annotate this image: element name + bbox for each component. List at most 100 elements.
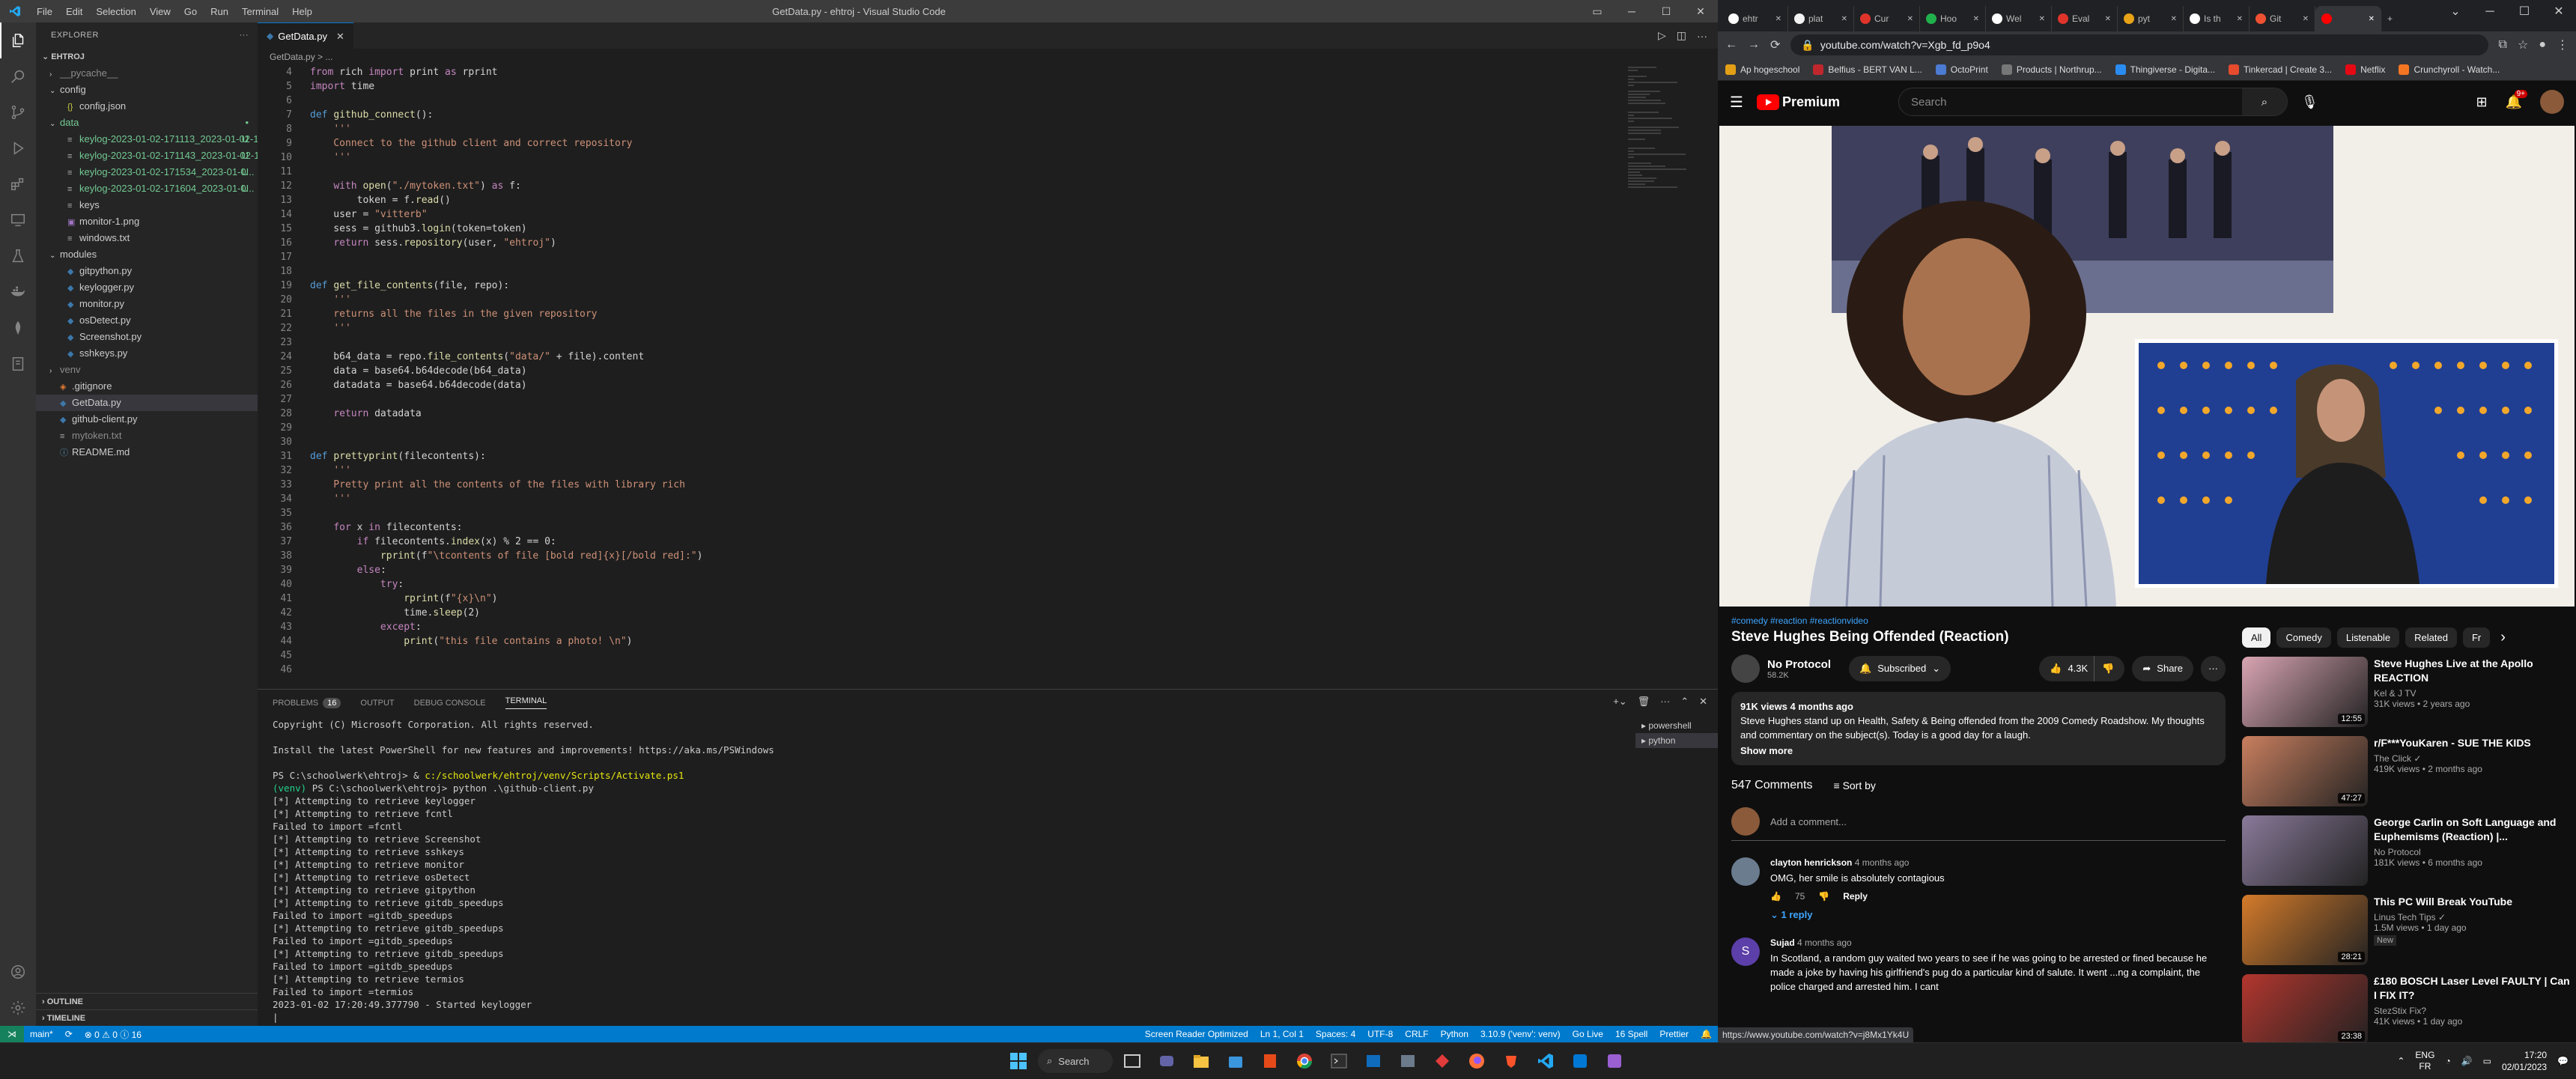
status-item[interactable]: CRLF <box>1399 1029 1434 1039</box>
more-actions-icon[interactable]: ··· <box>240 22 249 49</box>
tree-item[interactable]: ≡ keylog-2023-01-02-171604_2023-01-0... U <box>36 180 258 197</box>
hashtags[interactable]: #comedy #reaction #reactionvideo <box>1731 616 2226 626</box>
account-icon[interactable] <box>0 954 36 990</box>
source-control-icon[interactable] <box>0 94 36 130</box>
tree-item[interactable]: ≡ keylog-2023-01-02-171113_2023-01-02-1..… <box>36 131 258 148</box>
notifications-bell-icon[interactable]: 🔔 <box>1695 1029 1718 1039</box>
bookmark-item[interactable]: Products | Northrup... <box>2001 64 2102 75</box>
menu-item-terminal[interactable]: Terminal <box>235 6 285 17</box>
share-button[interactable]: ➦ Share <box>2132 656 2193 681</box>
tree-item[interactable]: ◆ Screenshot.py <box>36 329 258 345</box>
trash-icon[interactable]: 🗑 <box>1638 696 1650 708</box>
microphone-icon[interactable]: 🎙 <box>2301 94 2318 110</box>
notifications-bell-icon[interactable]: 🔔 9+ <box>2506 89 2527 110</box>
close-tab-icon[interactable]: ✕ <box>2303 15 2309 23</box>
tree-item[interactable]: ◆ monitor.py <box>36 296 258 312</box>
bookmark-item[interactable]: Crunchyroll - Watch... <box>2399 64 2500 75</box>
terminal-icon[interactable] <box>1324 1046 1354 1076</box>
firefox-icon[interactable] <box>1462 1046 1492 1076</box>
video-thumbnail[interactable]: 47:27 <box>2242 736 2368 806</box>
chip-comedy[interactable]: Comedy <box>2276 627 2331 648</box>
teams-chat-icon[interactable] <box>1152 1046 1182 1076</box>
close-tab-icon[interactable]: ✕ <box>2039 15 2045 23</box>
close-tab-icon[interactable]: ✕ <box>1973 15 1979 23</box>
photos-icon[interactable] <box>1393 1046 1423 1076</box>
menu-item-run[interactable]: Run <box>204 6 235 17</box>
code-editor[interactable]: 4 from rich import print as rprint 5 import… <box>258 65 1628 689</box>
taskbar-search[interactable]: ⌕ Search <box>1038 1049 1113 1073</box>
video-thumbnail[interactable]: 12:55 <box>2242 657 2368 727</box>
tab-output[interactable]: OUTPUT <box>360 699 394 708</box>
volume-icon[interactable]: 🔊 <box>2461 1056 2473 1066</box>
menu-item-file[interactable]: File <box>30 6 59 17</box>
thumbs-down-icon[interactable]: 👎 <box>1818 891 1829 902</box>
tree-item[interactable]: › __pycache__ <box>36 65 258 82</box>
video-player[interactable] <box>1719 126 2575 607</box>
battery-icon[interactable]: ▭ <box>2483 1056 2491 1066</box>
maximize-button[interactable]: ☐ <box>2507 0 2542 24</box>
close-panel-icon[interactable]: ✕ <box>1699 696 1707 708</box>
browser-tab[interactable]: Is th ✕ <box>2184 6 2250 31</box>
status-item[interactable]: Ln 1, Col 1 <box>1254 1029 1310 1039</box>
sync-icon[interactable]: ⟳ <box>59 1029 79 1039</box>
tree-item[interactable]: {} config.json <box>36 98 258 115</box>
close-tab-icon[interactable]: ✕ <box>2369 15 2375 23</box>
thumbs-up-icon[interactable]: 👍 <box>1770 891 1781 902</box>
recommended-video[interactable]: 12:55 Steve Hughes Live at the Apollo REA… <box>2242 657 2572 727</box>
close-button[interactable]: ✕ <box>1683 0 1718 22</box>
hamburger-menu-icon[interactable]: ☰ <box>1730 93 1743 112</box>
menu-item-help[interactable]: Help <box>285 6 319 17</box>
docker-icon[interactable] <box>0 274 36 310</box>
tab-problems[interactable]: PROBLEMS 16 <box>273 697 341 708</box>
status-item[interactable]: Spaces: 4 <box>1310 1029 1361 1039</box>
browser-tab[interactable]: pyt ✕ <box>2118 6 2184 31</box>
close-tab-icon[interactable]: ✕ <box>1841 15 1847 23</box>
status-item[interactable]: Python <box>1435 1029 1474 1039</box>
bookmark-item[interactable]: Tinkercad | Create 3... <box>2229 64 2332 75</box>
tree-item[interactable]: ◆ keylogger.py <box>36 279 258 296</box>
recommended-video[interactable]: George Carlin on Soft Language and Euphe… <box>2242 815 2572 886</box>
menu-item-selection[interactable]: Selection <box>89 6 142 17</box>
menu-item-edit[interactable]: Edit <box>59 6 89 17</box>
tray-overflow-icon[interactable]: ⌃ <box>2397 1056 2405 1066</box>
tree-item[interactable]: ≡ keylog-2023-01-02-171534_2023-01-0... U <box>36 164 258 180</box>
browser-tab[interactable]: Cur ✕ <box>1854 6 1920 31</box>
chrome-icon[interactable] <box>1289 1046 1319 1076</box>
search-icon[interactable] <box>0 58 36 94</box>
bookmark-item[interactable]: Netflix <box>2345 64 2385 75</box>
visual-studio-purple-icon[interactable] <box>1600 1046 1629 1076</box>
forward-icon[interactable]: → <box>1748 38 1760 52</box>
wifi-icon[interactable]: ◔ <box>2445 1056 2450 1066</box>
tab-terminal[interactable]: TERMINAL <box>505 696 547 709</box>
comment-author[interactable]: Sujad 4 months ago <box>1770 937 2226 948</box>
menu-item-go[interactable]: Go <box>177 6 204 17</box>
minimap[interactable] <box>1628 65 1688 290</box>
clock[interactable]: 17:20 02/01/2023 <box>2502 1049 2547 1073</box>
recommended-video[interactable]: 28:21 This PC Will Break YouTube Linus Tec… <box>2242 895 2572 965</box>
tree-item[interactable]: ◆ osDetect.py <box>36 312 258 329</box>
create-video-icon[interactable]: ⊞ <box>2476 94 2487 110</box>
more-actions-icon[interactable]: ··· <box>1697 30 1707 42</box>
remote-indicator[interactable]: ⋊ <box>0 1026 24 1042</box>
tab-getdata[interactable]: ◆ GetData.py ✕ <box>258 22 353 49</box>
browser-tab[interactable]: ehtr ✕ <box>1722 6 1788 31</box>
brave-icon[interactable] <box>1496 1046 1526 1076</box>
visual-studio-icon[interactable] <box>1565 1046 1595 1076</box>
outline-section[interactable]: › OUTLINE <box>36 993 258 1009</box>
browser-tab[interactable]: Hoo ✕ <box>1920 6 1986 31</box>
outlook-icon[interactable] <box>1358 1046 1388 1076</box>
subscribed-button[interactable]: 🔔 Subscribed ⌄ <box>1849 656 1951 681</box>
tree-item[interactable]: ⌄ modules <box>36 246 258 263</box>
tree-item[interactable]: ⓘ README.md <box>36 444 258 461</box>
status-item[interactable]: Prettier <box>1653 1029 1695 1039</box>
search-icon[interactable]: ⌕ <box>2241 88 2287 115</box>
extensions-icon[interactable] <box>0 166 36 202</box>
like-button[interactable]: 👍 4.3K 👎 <box>2039 656 2125 681</box>
maximize-button[interactable]: ☐ <box>1649 0 1683 22</box>
bookmark-star-icon[interactable]: ☆ <box>2518 37 2528 52</box>
browser-tab[interactable]: Wel ✕ <box>1986 6 2052 31</box>
office-icon[interactable] <box>1255 1046 1285 1076</box>
tree-item[interactable]: ◆ github-client.py <box>36 411 258 428</box>
tree-item[interactable]: ◆ sshkeys.py <box>36 345 258 362</box>
layout-icon[interactable]: ▭ <box>1580 0 1614 22</box>
